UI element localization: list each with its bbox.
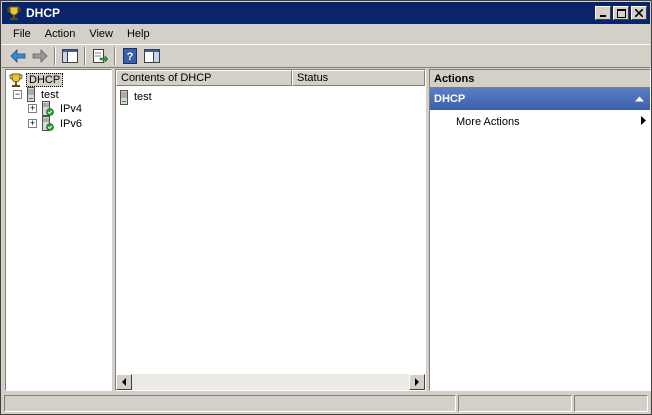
title-bar[interactable]: DHCP: [2, 2, 650, 24]
tree-label-dhcp: DHCP: [26, 72, 64, 87]
toolbar-separator: [84, 47, 86, 65]
list-item[interactable]: test: [120, 89, 152, 105]
status-cell-main: [4, 395, 456, 412]
tree-item-ipv4[interactable]: + IPv4: [28, 101, 84, 116]
scroll-right-arrow-icon[interactable]: [409, 374, 425, 390]
expand-toggle[interactable]: +: [28, 104, 37, 113]
show-hide-console-tree-icon[interactable]: [59, 46, 81, 66]
actions-group-label: DHCP: [434, 93, 466, 105]
ipv4-scope-icon: [42, 101, 54, 116]
show-hide-action-pane-icon[interactable]: [141, 46, 163, 66]
horizontal-scrollbar[interactable]: [116, 374, 425, 390]
actions-pane: Actions DHCP More Actions: [429, 69, 651, 391]
content-pane: Contents of DHCP Status test: [115, 69, 426, 391]
status-cell-secondary: [458, 395, 572, 412]
toolbar-separator: [54, 47, 56, 65]
menu-help[interactable]: Help: [120, 28, 157, 40]
column-header-status[interactable]: Status: [292, 70, 425, 86]
server-icon: [120, 89, 128, 105]
scroll-left-arrow-icon[interactable]: [116, 374, 132, 390]
menu-bar: File Action View Help: [2, 24, 650, 43]
export-list-icon[interactable]: [89, 46, 111, 66]
minimize-button[interactable]: [595, 6, 611, 20]
status-bar: [2, 394, 650, 413]
actions-pane-title: Actions: [430, 70, 650, 88]
tree-item-dhcp-root[interactable]: DHCP: [8, 72, 64, 88]
column-header-contents[interactable]: Contents of DHCP: [116, 70, 292, 86]
ipv6-scope-icon: [42, 116, 54, 131]
tree-item-ipv6[interactable]: + IPv6: [28, 116, 84, 131]
menu-action[interactable]: Action: [38, 28, 83, 40]
tree-label-ipv6: IPv6: [60, 117, 83, 130]
maximize-button[interactable]: [613, 6, 629, 20]
toolbar-separator: [114, 47, 116, 65]
dhcp-trophy-icon: [8, 72, 24, 88]
tree-item-server[interactable]: − test: [13, 87, 61, 102]
status-cell-tertiary: [574, 395, 648, 412]
close-button[interactable]: [631, 6, 647, 20]
window-title: DHCP: [26, 6, 61, 20]
action-label: More Actions: [456, 116, 520, 128]
toolbar: ?: [2, 44, 650, 68]
collapse-toggle[interactable]: −: [13, 90, 22, 99]
tree-label-ipv4: IPv4: [60, 102, 83, 115]
scroll-track[interactable]: [132, 374, 409, 390]
svg-text:?: ?: [127, 51, 134, 63]
server-icon: [27, 87, 35, 102]
console-tree-pane: DHCP − test + IPv4 + IPv6: [5, 69, 112, 391]
list-item-name: test: [134, 91, 152, 103]
back-arrow-icon[interactable]: [7, 46, 29, 66]
menu-file[interactable]: File: [2, 28, 38, 40]
actions-group-header[interactable]: DHCP: [430, 88, 650, 110]
collapse-up-icon[interactable]: [635, 93, 644, 105]
menu-view[interactable]: View: [82, 28, 120, 40]
dhcp-trophy-icon: [6, 5, 22, 21]
expand-toggle[interactable]: +: [28, 119, 37, 128]
help-icon[interactable]: ?: [119, 46, 141, 66]
action-more-actions[interactable]: More Actions: [456, 114, 646, 130]
forward-arrow-icon[interactable]: [29, 46, 51, 66]
submenu-arrow-icon: [641, 116, 646, 128]
list-header: Contents of DHCP Status: [116, 70, 425, 86]
dhcp-window: DHCP File Action View Help ? DHCP − test…: [0, 0, 652, 415]
tree-label-server: test: [41, 88, 59, 101]
